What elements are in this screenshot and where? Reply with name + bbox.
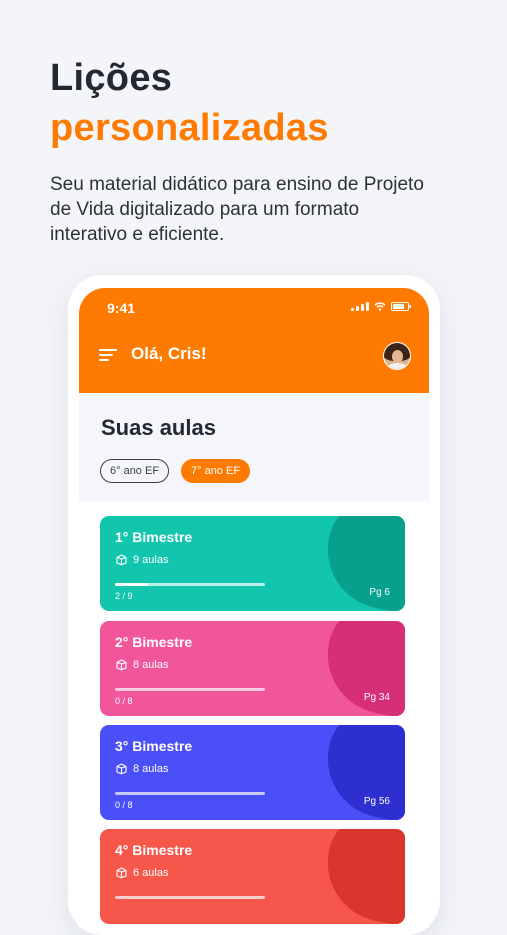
card-page: Pg 6 <box>369 587 390 598</box>
card-lessons-label: 6 aulas <box>133 866 169 879</box>
hero-heading: Lições personalizadas <box>50 56 329 150</box>
card-page: Pg 34 <box>363 692 390 703</box>
chip-7-ano[interactable]: 7° ano EF <box>181 459 251 483</box>
lessons-icon <box>116 763 127 775</box>
status-time: 9:41 <box>107 300 136 316</box>
card-title: 1° Bimestre <box>115 529 193 545</box>
lessons-icon <box>116 867 127 879</box>
card-lessons: 8 aulas <box>115 762 168 775</box>
card-lessons: 9 aulas <box>115 553 168 566</box>
progress-count: 0 / 8 <box>115 800 133 810</box>
card-title: 2° Bimestre <box>115 634 193 650</box>
avatar[interactable] <box>383 342 411 370</box>
card-decoration <box>316 621 405 716</box>
card-lessons-label: 8 aulas <box>133 762 169 775</box>
hero-subtitle: Seu material didático para ensino de Pro… <box>50 174 424 245</box>
card-bimestre-4[interactable]: 4° Bimestre 6 aulas <box>100 829 405 924</box>
card-decoration <box>316 516 405 611</box>
card-title: 3° Bimestre <box>115 738 193 754</box>
app-screen: 9:41 Olá, Cris! Suas aulas 6° ano EF 7° … <box>79 288 429 928</box>
progress-bar <box>115 792 265 795</box>
menu-icon[interactable] <box>99 349 117 362</box>
card-bimestre-3[interactable]: 3° Bimestre 8 aulas 0 / 8 Pg 56 <box>100 725 405 820</box>
card-lessons-label: 9 aulas <box>133 553 169 566</box>
card-decoration <box>316 725 405 820</box>
progress-count: 2 / 9 <box>115 591 133 601</box>
signal-icon <box>351 302 369 311</box>
progress-bar <box>115 583 265 586</box>
progress-count: 0 / 8 <box>115 696 133 706</box>
card-bimestre-1[interactable]: 1° Bimestre 9 aulas 2 / 9 Pg 6 <box>100 516 405 611</box>
battery-icon <box>391 302 411 311</box>
card-page: Pg 56 <box>363 796 390 807</box>
greeting-text: Olá, Cris! <box>131 344 207 363</box>
progress-bar <box>115 688 265 691</box>
hero-title-line1: Lições <box>50 57 173 99</box>
app-header: 9:41 Olá, Cris! <box>79 288 429 393</box>
hero-title-line2: personalizadas <box>50 107 329 149</box>
lessons-icon <box>116 554 127 566</box>
chip-6-ano[interactable]: 6° ano EF <box>100 459 170 483</box>
progress-bar <box>115 896 265 899</box>
card-lessons: 6 aulas <box>115 866 168 879</box>
card-lessons-label: 8 aulas <box>133 658 169 671</box>
section-title: Suas aulas <box>101 415 216 440</box>
status-icons <box>351 302 411 311</box>
card-decoration <box>316 829 405 924</box>
lessons-icon <box>116 659 127 671</box>
card-bimestre-2[interactable]: 2° Bimestre 8 aulas 0 / 8 Pg 34 <box>100 621 405 716</box>
card-title: 4° Bimestre <box>115 842 193 858</box>
lessons-section: Suas aulas 6° ano EF 7° ano EF <box>79 393 429 501</box>
wifi-icon <box>374 302 386 311</box>
card-lessons: 8 aulas <box>115 658 168 671</box>
